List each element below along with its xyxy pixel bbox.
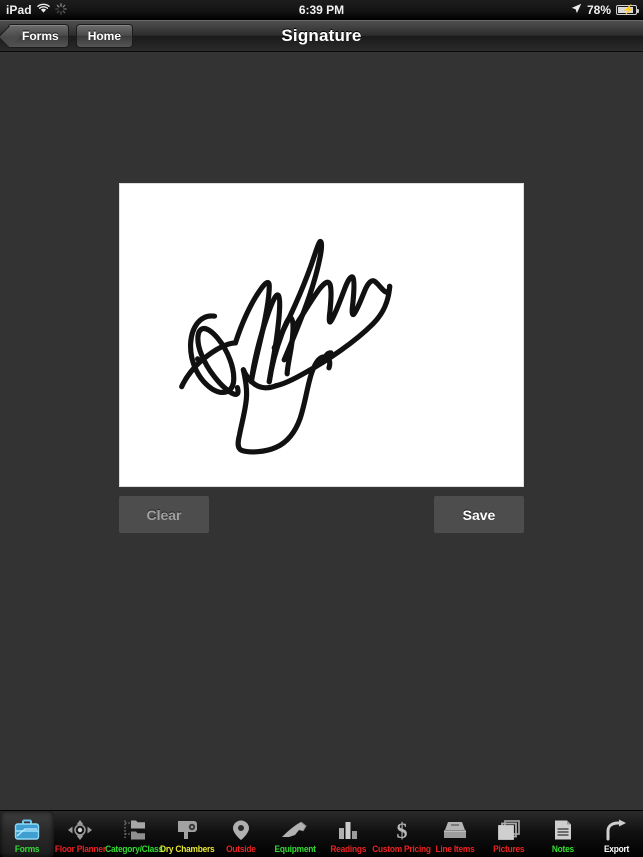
inbox-tray-icon bbox=[442, 817, 468, 843]
tab-label: Equipment bbox=[274, 844, 316, 854]
dollar-sign-icon: $ bbox=[389, 817, 415, 843]
save-button-label: Save bbox=[462, 506, 496, 523]
tab-label: Category/Class bbox=[105, 844, 163, 854]
status-bar: iPad 6:39 PM 78% ⚡ bbox=[0, 0, 643, 20]
svg-text:$: $ bbox=[396, 819, 407, 841]
tab-label: Dry Chambers bbox=[160, 844, 215, 854]
bar-chart-icon bbox=[335, 817, 361, 843]
tab-label: Floor Planner bbox=[54, 844, 106, 854]
tab-equipment[interactable]: Equipment bbox=[268, 811, 322, 857]
tab-label: Notes bbox=[551, 844, 574, 854]
home-button[interactable]: Home bbox=[75, 23, 134, 48]
map-pin-icon bbox=[228, 817, 254, 843]
status-bar-right: 78% ⚡ bbox=[571, 3, 639, 17]
blower-icon bbox=[175, 817, 201, 843]
tab-label: Custom Pricing bbox=[372, 844, 432, 854]
tab-label: Line Items bbox=[435, 844, 475, 854]
briefcase-icon bbox=[14, 817, 40, 843]
tab-label: Pictures bbox=[493, 844, 525, 854]
signature-ink-strokes bbox=[179, 239, 393, 455]
tab-floor-planner[interactable]: Floor Planner bbox=[54, 811, 108, 857]
folders-icon bbox=[121, 817, 147, 843]
main-content-area: Clear Save bbox=[0, 52, 643, 810]
air-mover-icon bbox=[281, 817, 309, 843]
tab-dry-chambers[interactable]: Dry Chambers bbox=[160, 811, 215, 857]
tab-custom-pricing[interactable]: $ Custom Pricing bbox=[372, 811, 432, 857]
tab-label: Export bbox=[603, 844, 629, 854]
clear-button-label: Clear bbox=[146, 506, 182, 523]
activity-spinner-icon bbox=[54, 2, 67, 18]
tab-notes[interactable]: Notes bbox=[536, 811, 590, 857]
back-button-label: Forms bbox=[22, 28, 59, 43]
battery-percent-label: 78% bbox=[586, 3, 611, 17]
document-lines-icon bbox=[550, 817, 576, 843]
tab-pictures[interactable]: Pictures bbox=[482, 811, 536, 857]
battery-charging-icon: ⚡ bbox=[616, 5, 639, 16]
share-arrow-icon bbox=[603, 817, 629, 843]
save-button[interactable]: Save bbox=[434, 496, 524, 533]
tab-label: Readings bbox=[330, 844, 367, 854]
status-bar-left: iPad bbox=[6, 2, 67, 18]
clear-button[interactable]: Clear bbox=[119, 496, 209, 533]
status-bar-clock: 6:39 PM bbox=[298, 3, 345, 17]
tab-export[interactable]: Export bbox=[589, 811, 643, 857]
ipad-app-window: iPad 6:39 PM 78% ⚡ Forms Home Signature … bbox=[0, 0, 643, 857]
location-arrow-icon bbox=[571, 3, 582, 17]
tab-category-class[interactable]: Category/Class bbox=[105, 811, 163, 857]
move-arrows-icon bbox=[67, 817, 93, 843]
tab-forms[interactable]: Forms bbox=[0, 811, 54, 857]
signature-action-row: Clear Save bbox=[119, 496, 524, 533]
bottom-tab-bar: Forms Floor Planner Category/Class Dry C… bbox=[0, 810, 643, 857]
tab-label: Forms bbox=[14, 844, 40, 854]
nav-button-group: Forms Home bbox=[8, 23, 134, 48]
tab-readings[interactable]: Readings bbox=[321, 811, 375, 857]
tab-outside[interactable]: Outside bbox=[214, 811, 268, 857]
signature-drawing-canvas[interactable] bbox=[119, 183, 524, 487]
tab-label: Outside bbox=[226, 844, 256, 854]
navigation-bar: Forms Home Signature bbox=[0, 20, 643, 52]
photos-stack-icon bbox=[496, 817, 522, 843]
wifi-icon bbox=[36, 3, 50, 17]
device-name-label: iPad bbox=[6, 3, 32, 17]
tab-line-items[interactable]: Line Items bbox=[429, 811, 483, 857]
home-button-label: Home bbox=[87, 28, 122, 43]
back-button-forms[interactable]: Forms bbox=[8, 23, 69, 48]
